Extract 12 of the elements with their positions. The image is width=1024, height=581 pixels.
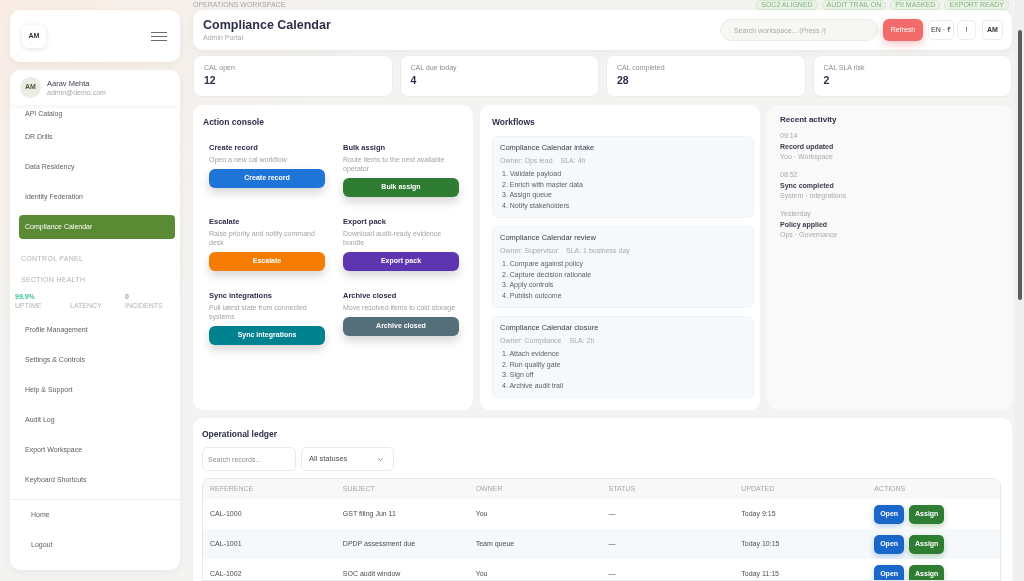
stat-value: 4	[410, 74, 418, 87]
panel-heading: Action console	[203, 117, 265, 127]
chevron-down-icon	[378, 457, 383, 461]
stat-value: 12	[204, 74, 217, 87]
panel-heading: Recent activity	[780, 115, 838, 125]
page-title: Compliance Calendar	[203, 18, 331, 33]
stat-value: 28	[617, 74, 630, 87]
panel-heading: Operational ledger	[202, 429, 279, 439]
panel-heading: Workflows	[492, 117, 536, 127]
scrollbar-thumb[interactable]	[1017, 30, 1022, 300]
stat-value: 2	[823, 74, 831, 87]
menu-icon[interactable]	[151, 31, 167, 41]
